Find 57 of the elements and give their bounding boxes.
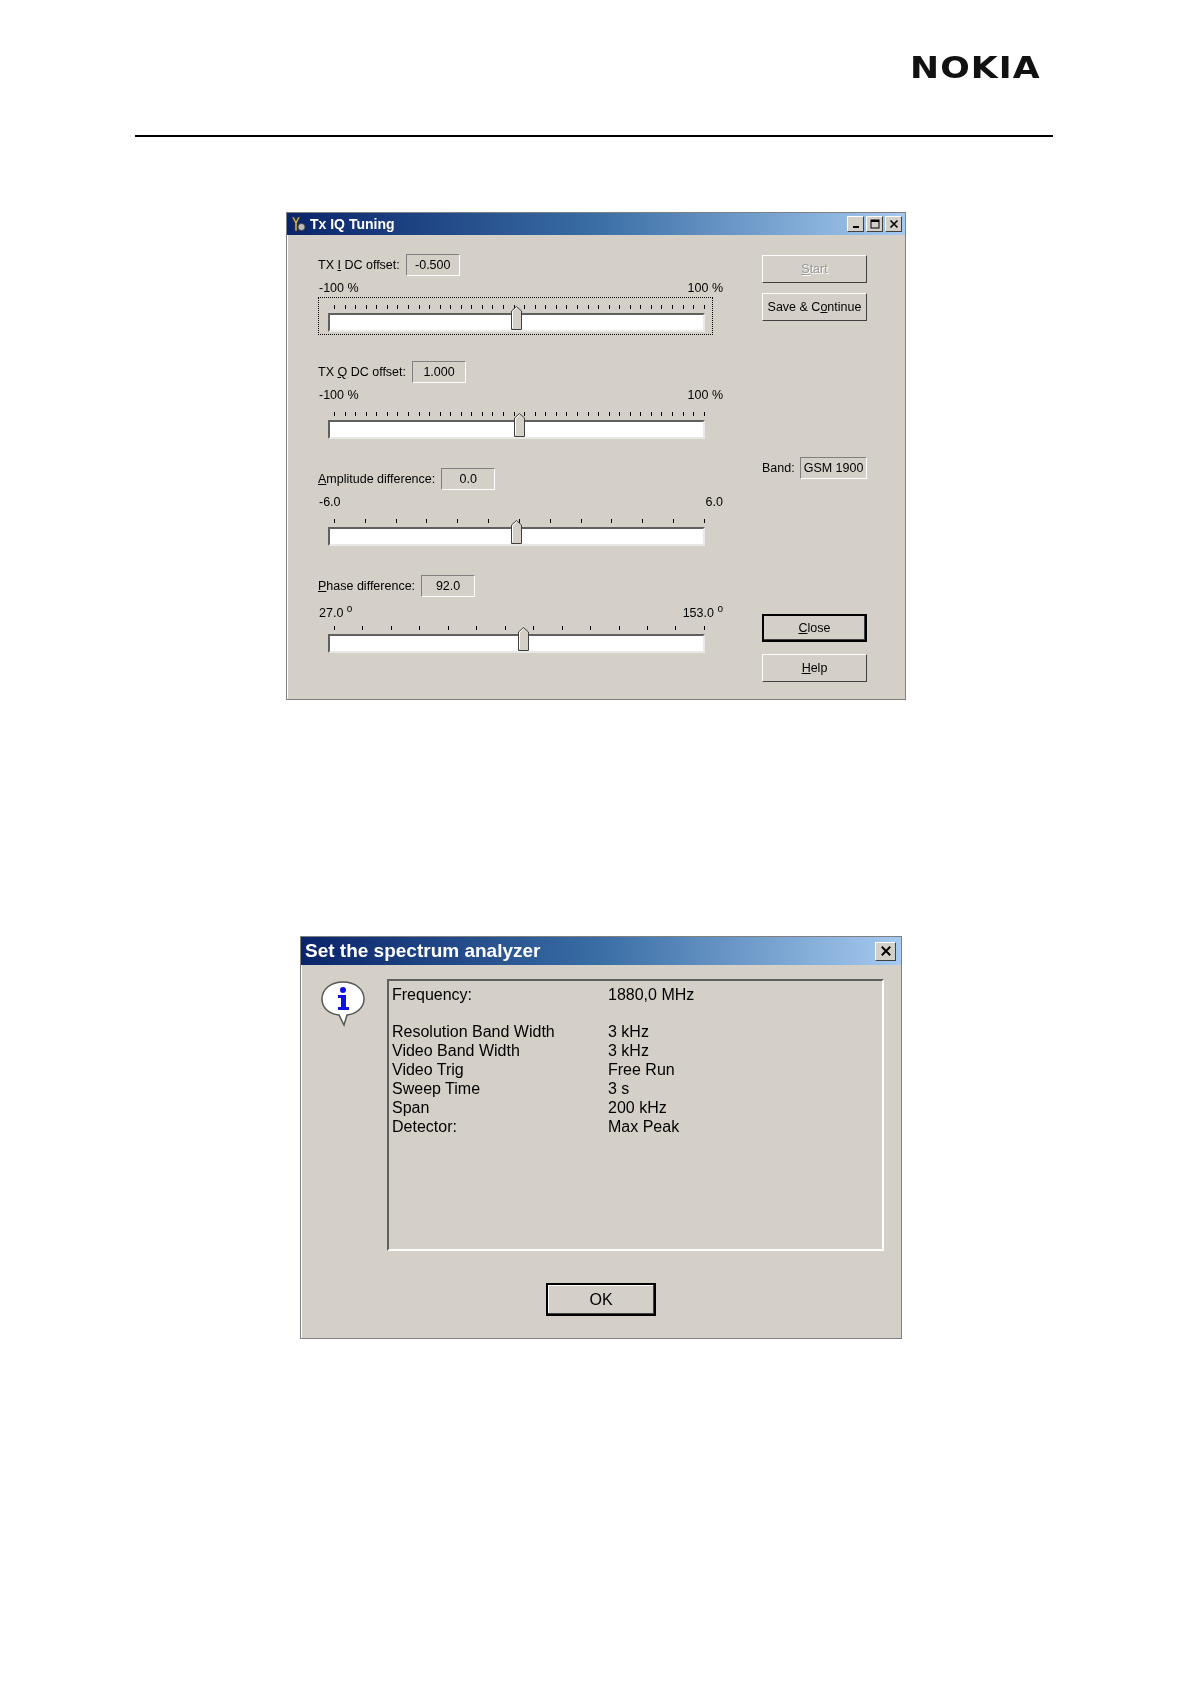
setting-label: Detector: [392, 1117, 458, 1136]
setting-label: Sweep Time [392, 1079, 482, 1098]
setting-value: 3 kHz [608, 1022, 649, 1041]
field-label: TX Q DC offset: [318, 365, 406, 379]
field-label: Amplitude difference: [318, 472, 436, 486]
slider-track[interactable] [328, 634, 705, 653]
scale-max-label: 100 % [686, 387, 723, 403]
value-field: 0.0 [441, 468, 496, 490]
setting-label: Video Band Width [392, 1041, 521, 1060]
slider-thumb[interactable] [510, 520, 522, 544]
setting-label: Frequency: [392, 985, 474, 1004]
close-icon [888, 219, 899, 229]
slider-track[interactable] [328, 527, 705, 546]
dialog-button[interactable]: Help [762, 654, 867, 682]
ok-button[interactable]: OK [546, 1283, 656, 1316]
minimize-icon [852, 226, 859, 228]
slider-thumb[interactable] [518, 627, 530, 651]
dialog-button[interactable]: Save & Continue [762, 293, 867, 321]
scale-min-label: -100 % [318, 387, 359, 403]
band-label: Band: [762, 461, 795, 475]
setting-value: Free Run [608, 1060, 675, 1079]
value-field: 1.000 [412, 361, 466, 383]
info-icon [319, 979, 367, 1027]
scale-max-label: 153.0 $^{o}$ [681, 602, 723, 617]
setting-label: Span [392, 1098, 431, 1117]
scale-min-label: 27.0 $^{o}$ [318, 602, 353, 617]
setting-value: 3 s [608, 1079, 630, 1098]
setting-value: 3 kHz [608, 1041, 649, 1060]
field-label: TX I DC offset: [318, 258, 400, 272]
setting-label: Resolution Band Width [392, 1022, 556, 1041]
slider-track[interactable] [328, 313, 705, 332]
value-field: -0.500 [405, 254, 460, 276]
slider-track[interactable] [328, 420, 705, 439]
nokia-logo: NOKIA [910, 50, 1041, 86]
maximize-icon [869, 219, 880, 229]
setting-value: Max Peak [608, 1117, 680, 1136]
scale-max-label: 6.0 [704, 494, 723, 510]
tool-icon [290, 216, 306, 232]
close-button[interactable] [875, 941, 896, 961]
dialog-button[interactable]: Close [762, 614, 867, 642]
setting-label: Video Trig [392, 1060, 465, 1079]
maximize-button[interactable] [866, 216, 883, 232]
scale-max-label: 100 % [686, 280, 723, 296]
value-field: 92.0 [421, 575, 476, 597]
scale-min-label: -6.0 [318, 494, 341, 510]
setting-value: 1880,0 MHz [608, 985, 695, 1004]
scale-min-label: -100 % [318, 280, 359, 296]
close-icon [879, 945, 892, 957]
slider-thumb[interactable] [510, 306, 522, 330]
window-title: Tx IQ Tuning [310, 216, 396, 232]
close-button[interactable] [885, 216, 902, 232]
dialog-title: Set the spectrum analyzer [305, 940, 542, 962]
slider-thumb[interactable] [514, 413, 526, 437]
field-label: Phase difference: [318, 579, 416, 593]
minimize-button[interactable] [847, 216, 864, 232]
band-field: GSM 1900 [799, 457, 868, 479]
setting-value: 200 kHz [608, 1098, 667, 1117]
